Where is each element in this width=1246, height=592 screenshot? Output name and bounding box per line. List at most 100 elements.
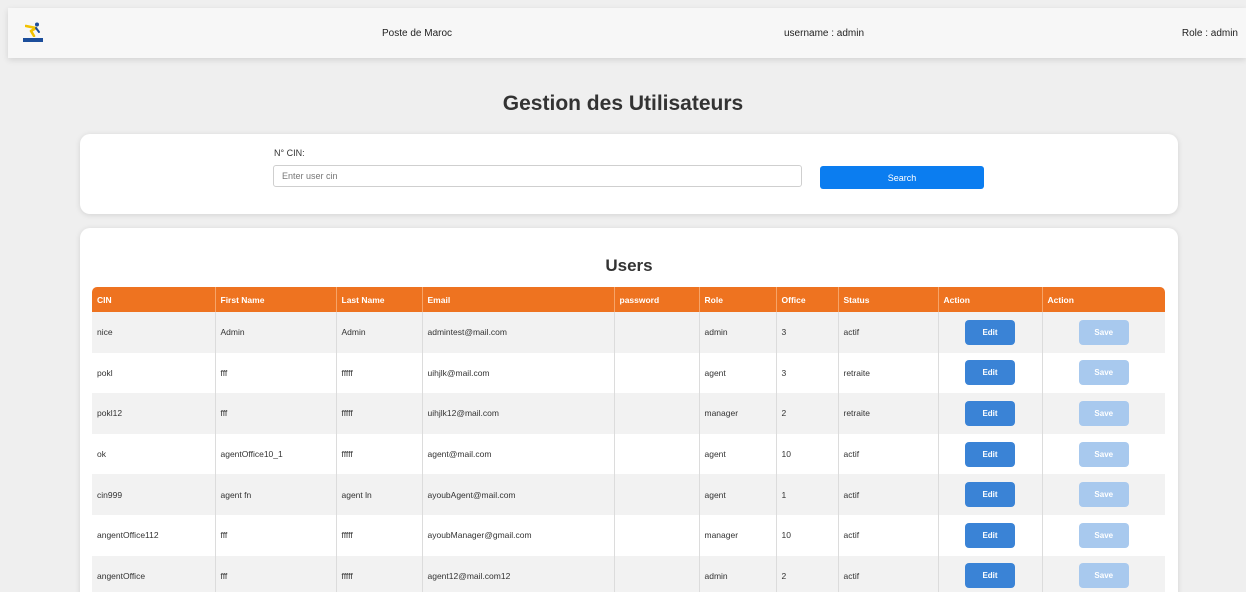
cell-action-edit: Edit [938, 312, 1043, 353]
cell-role: agent [699, 433, 777, 475]
cell-email: ayoubAgent@mail.com [422, 474, 615, 515]
cell-office: 3 [776, 352, 839, 394]
cell-password [614, 312, 700, 353]
column-header-password: password [614, 287, 700, 312]
cell-action-edit: Edit [938, 433, 1043, 475]
cell-cin: pokl12 [92, 393, 216, 434]
cell-role: manager [699, 393, 777, 434]
column-header-last-name: Last Name [336, 287, 423, 312]
cell-password [614, 352, 700, 394]
cell-first-name: fff [215, 555, 337, 592]
cell-role: manager [699, 514, 777, 556]
cell-action-save: Save [1042, 515, 1165, 556]
page-title: Gestion des Utilisateurs [502, 92, 744, 115]
cin-label: N° CIN: [274, 148, 305, 158]
brand-name: Poste de Maroc [382, 28, 453, 39]
cell-last-name: Admin [336, 312, 423, 353]
column-header-email: Email [422, 287, 615, 312]
edit-button[interactable]: Edit [965, 482, 1015, 508]
cell-password [614, 393, 700, 434]
table-row: pokl fff fffff uihjlk@mail.com agent 3 r… [92, 352, 1165, 394]
cell-role: admin [699, 312, 777, 353]
cell-email: uihjlk@mail.com [422, 352, 615, 394]
column-header-first-name: First Name [215, 287, 337, 312]
cell-cin: angentOffice [92, 555, 216, 592]
column-header-action-edit: Action [938, 287, 1043, 312]
cell-last-name: fffff [336, 352, 423, 394]
cell-cin: nice [92, 312, 216, 353]
column-header-status: Status [838, 287, 939, 312]
edit-button[interactable]: Edit [965, 400, 1015, 426]
search-button[interactable]: Search [820, 166, 984, 189]
cell-office: 2 [776, 555, 839, 592]
cell-office: 1 [776, 474, 839, 515]
save-button[interactable]: Save [1078, 441, 1129, 467]
username-display: username : admin [784, 28, 865, 39]
cell-email: admintest@mail.com [422, 312, 615, 353]
cell-last-name: fffff [336, 514, 423, 556]
cell-first-name: agent fn [215, 474, 337, 515]
edit-button[interactable]: Edit [965, 563, 1015, 589]
cell-last-name: agent ln [336, 474, 423, 515]
save-button[interactable]: Save [1078, 563, 1129, 589]
cell-action-edit: Edit [938, 352, 1043, 394]
table-row: pokl12 fff fffff uihjlk12@mail.com manag… [92, 393, 1165, 434]
cell-first-name: fff [215, 514, 337, 556]
table-row: cin999 agent fn agent ln ayoubAgent@mail… [92, 474, 1165, 515]
table-header-row: CIN First Name Last Name Email password … [92, 287, 1165, 312]
table-row: angentOffice fff fffff agent12@mail.com1… [92, 555, 1165, 592]
save-button[interactable]: Save [1078, 482, 1129, 508]
cell-office: 10 [776, 514, 839, 556]
cell-office: 2 [776, 393, 839, 434]
cell-password [614, 433, 700, 475]
save-button[interactable]: Save [1078, 522, 1129, 548]
top-navbar: Poste de Maroc username : admin Role : a… [8, 8, 1246, 58]
cell-role: admin [699, 555, 777, 592]
edit-button[interactable]: Edit [965, 360, 1015, 386]
poste-maroc-logo[interactable] [22, 20, 44, 44]
cell-action-save: Save [1042, 393, 1165, 434]
cell-cin: ok [92, 433, 216, 475]
column-header-action-save: Action [1047, 294, 1074, 305]
edit-button[interactable]: Edit [965, 441, 1015, 467]
cell-action-edit: Edit [938, 474, 1043, 515]
cell-email: uihjlk12@mail.com [422, 393, 615, 434]
cell-action-edit: Edit [938, 555, 1043, 592]
column-header-office: Office [776, 287, 839, 312]
save-button[interactable]: Save [1078, 360, 1129, 386]
cell-status: actif [838, 514, 939, 556]
cell-password [614, 514, 700, 556]
cell-cin: cin999 [92, 474, 216, 515]
table-row: angentOffice112 fff fffff ayoubManager@g… [92, 514, 1165, 556]
runner-icon [25, 22, 40, 37]
cell-action-save: Save [1042, 434, 1165, 475]
cell-email: ayoubManager@gmail.com [422, 514, 615, 556]
cell-last-name: fffff [336, 433, 423, 475]
cell-last-name: fffff [336, 393, 423, 434]
cell-office: 3 [776, 312, 839, 353]
cell-role: agent [699, 474, 777, 515]
users-card: Users CIN First Name Last Name Email pas… [80, 228, 1178, 592]
edit-button[interactable]: Edit [965, 522, 1015, 548]
cin-search-input[interactable] [273, 165, 802, 187]
column-header-cin: CIN [92, 287, 216, 312]
cell-password [614, 474, 700, 515]
cell-status: actif [838, 433, 939, 475]
cell-status: retraite [838, 393, 939, 434]
cell-action-save: Save [1042, 312, 1165, 353]
cell-status: actif [838, 474, 939, 515]
save-button[interactable]: Save [1078, 319, 1129, 345]
save-button[interactable]: Save [1078, 400, 1129, 426]
users-table: CIN First Name Last Name Email password … [92, 287, 1165, 592]
cell-first-name: agentOffice10_1 [215, 433, 337, 475]
logo-bar [23, 38, 43, 42]
users-title: Users [605, 256, 653, 275]
edit-button[interactable]: Edit [965, 319, 1015, 345]
cell-status: actif [838, 312, 939, 353]
column-header-role: Role [699, 287, 777, 312]
cell-action-save: Save [1042, 556, 1165, 592]
cell-cin: angentOffice112 [92, 514, 216, 556]
table-row: nice Admin Admin admintest@mail.com admi… [92, 312, 1165, 353]
cell-status: actif [838, 555, 939, 592]
search-card: N° CIN: Search [80, 134, 1178, 214]
